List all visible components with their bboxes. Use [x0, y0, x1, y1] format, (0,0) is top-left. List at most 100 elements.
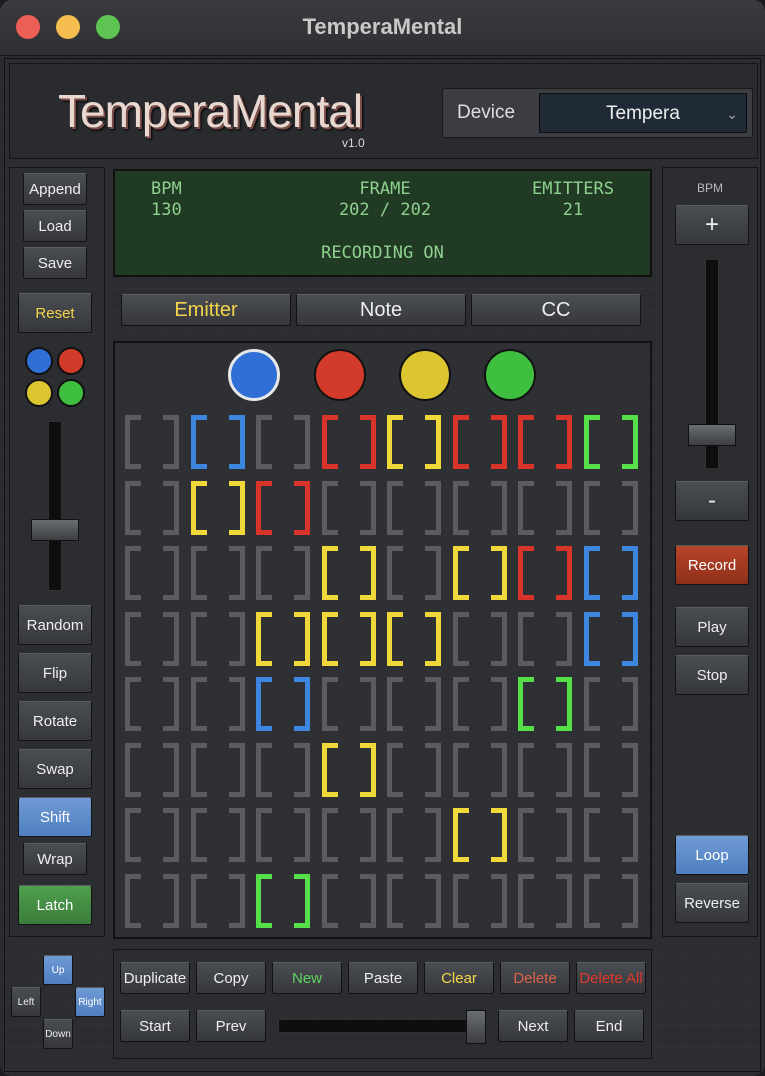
grid-cell[interactable] — [190, 677, 245, 731]
grid-cell[interactable] — [190, 611, 245, 666]
grid-cell[interactable] — [125, 808, 179, 862]
new-frame-button[interactable]: New — [272, 962, 342, 994]
grid-cell[interactable] — [518, 415, 572, 469]
grid-cell[interactable] — [387, 546, 441, 600]
grid-cell[interactable] — [387, 611, 441, 666]
emitter-select-yellow[interactable] — [399, 349, 451, 401]
grid-cell[interactable] — [321, 808, 376, 862]
grid-cell[interactable] — [583, 415, 638, 469]
grid-cell[interactable] — [387, 742, 441, 797]
grid-cell[interactable] — [256, 480, 310, 535]
stop-button[interactable]: Stop — [675, 655, 749, 695]
left-vertical-slider[interactable] — [48, 421, 62, 591]
grid-cell[interactable] — [190, 873, 245, 928]
grid-cell[interactable] — [125, 546, 179, 600]
wrap-button[interactable]: Wrap — [23, 843, 87, 875]
grid-cell[interactable] — [452, 808, 507, 862]
grid-cell[interactable] — [256, 742, 310, 797]
grid-cell[interactable] — [256, 546, 310, 600]
grid-cell[interactable] — [190, 808, 245, 862]
tab-emitter[interactable]: Emitter — [121, 294, 291, 326]
random-button[interactable]: Random — [18, 605, 92, 645]
device-dropdown[interactable]: Tempera ⌄ — [539, 93, 747, 133]
grid-cell[interactable] — [583, 873, 638, 928]
frame-slider[interactable] — [278, 1019, 486, 1033]
grid-cell[interactable] — [387, 808, 441, 862]
grid-cell[interactable] — [190, 480, 245, 535]
emitter-select-blue[interactable] — [228, 349, 280, 401]
grid-cell[interactable] — [387, 415, 441, 469]
grid-cell[interactable] — [256, 808, 310, 862]
grid-cell[interactable] — [583, 546, 638, 600]
emitter-yellow-dot[interactable] — [25, 379, 53, 407]
grid-cell[interactable] — [321, 677, 376, 731]
grid-cell[interactable] — [452, 415, 507, 469]
bpm-minus-button[interactable]: - — [675, 481, 749, 521]
grid-cell[interactable] — [321, 742, 376, 797]
clear-button[interactable]: Clear — [424, 962, 494, 994]
delete-button[interactable]: Delete — [500, 962, 570, 994]
shift-button[interactable]: Shift — [18, 797, 92, 837]
grid-cell[interactable] — [125, 415, 179, 469]
swap-button[interactable]: Swap — [18, 749, 92, 789]
grid-cell[interactable] — [452, 546, 507, 600]
play-button[interactable]: Play — [675, 607, 749, 647]
grid-cell[interactable] — [452, 742, 507, 797]
duplicate-button[interactable]: Duplicate — [120, 962, 190, 994]
emitter-blue-dot[interactable] — [25, 347, 53, 375]
grid-cell[interactable] — [518, 742, 572, 797]
grid-cell[interactable] — [321, 611, 376, 666]
grid-cell[interactable] — [387, 677, 441, 731]
grid-cell[interactable] — [518, 611, 572, 666]
loop-button[interactable]: Loop — [675, 835, 749, 875]
delete-all-button[interactable]: Delete All — [576, 962, 646, 994]
grid-cell[interactable] — [518, 677, 572, 731]
bpm-plus-button[interactable]: + — [675, 205, 749, 245]
tab-note[interactable]: Note — [296, 294, 466, 326]
load-button[interactable]: Load — [23, 210, 87, 242]
grid-cell[interactable] — [256, 415, 310, 469]
prev-button[interactable]: Prev — [196, 1010, 266, 1042]
grid-cell[interactable] — [452, 480, 507, 535]
grid-cell[interactable] — [321, 546, 376, 600]
grid-cell[interactable] — [583, 611, 638, 666]
reverse-button[interactable]: Reverse — [675, 883, 749, 923]
grid-cell[interactable] — [321, 873, 376, 928]
grid-cell[interactable] — [125, 742, 179, 797]
paste-button[interactable]: Paste — [348, 962, 418, 994]
grid-cell[interactable] — [583, 742, 638, 797]
grid-cell[interactable] — [518, 873, 572, 928]
record-button[interactable]: Record — [675, 545, 749, 585]
dpad-right-button[interactable]: Right — [75, 987, 105, 1017]
rotate-button[interactable]: Rotate — [18, 701, 92, 741]
dpad-down-button[interactable]: Down — [43, 1019, 73, 1049]
emitter-red-dot[interactable] — [57, 347, 85, 375]
end-button[interactable]: End — [574, 1010, 644, 1042]
grid-cell[interactable] — [190, 415, 245, 469]
grid-cell[interactable] — [518, 546, 572, 600]
tab-cc[interactable]: CC — [471, 294, 641, 326]
next-button[interactable]: Next — [498, 1010, 568, 1042]
grid-cell[interactable] — [452, 677, 507, 731]
reset-button[interactable]: Reset — [18, 293, 92, 333]
dpad-up-button[interactable]: Up — [43, 955, 73, 985]
latch-button[interactable]: Latch — [18, 885, 92, 925]
emitter-select-green[interactable] — [484, 349, 536, 401]
grid-cell[interactable] — [387, 480, 441, 535]
grid-cell[interactable] — [583, 677, 638, 731]
append-button[interactable]: Append — [23, 173, 87, 205]
grid-cell[interactable] — [190, 546, 245, 600]
left-slider-thumb[interactable] — [31, 519, 79, 541]
grid-cell[interactable] — [256, 873, 310, 928]
grid-cell[interactable] — [125, 611, 179, 666]
copy-button[interactable]: Copy — [196, 962, 266, 994]
grid-cell[interactable] — [583, 480, 638, 535]
grid-cell[interactable] — [125, 480, 179, 535]
grid-cell[interactable] — [518, 808, 572, 862]
grid-cell[interactable] — [452, 873, 507, 928]
grid-cell[interactable] — [321, 480, 376, 535]
flip-button[interactable]: Flip — [18, 653, 92, 693]
grid-cell[interactable] — [583, 808, 638, 862]
grid-cell[interactable] — [452, 611, 507, 666]
emitter-green-dot[interactable] — [57, 379, 85, 407]
